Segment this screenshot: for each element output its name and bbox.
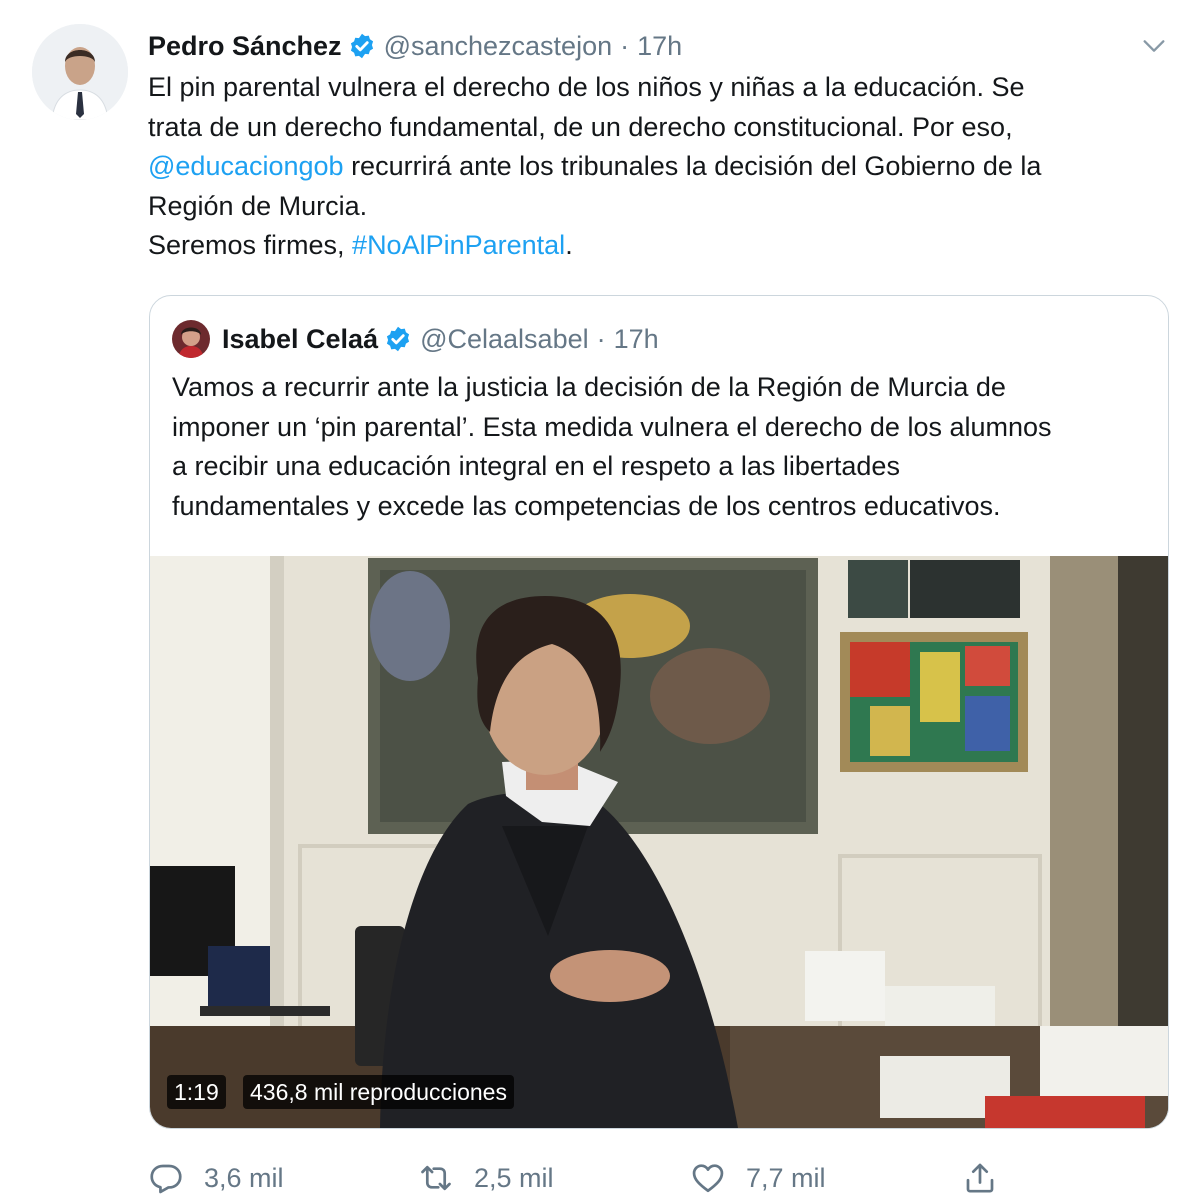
quoted-text-line: imponer un ‘pin parental’. Esta medida v… — [172, 411, 1052, 442]
retweet-button[interactable]: 2,5 mil — [418, 1152, 554, 1204]
reply-icon — [150, 1164, 182, 1194]
mention-link[interactable]: @educaciongob — [148, 151, 344, 181]
quoted-text: Vamos a recurrir ante la justicia la dec… — [172, 368, 1162, 526]
quoted-author-handle[interactable]: @Celaalsabel — [420, 324, 589, 355]
video-player[interactable] — [150, 556, 1168, 1128]
like-icon — [692, 1164, 724, 1193]
like-button[interactable]: 7,7 mil — [690, 1152, 826, 1204]
verified-badge-icon — [350, 33, 373, 59]
share-icon — [966, 1163, 994, 1193]
tweet-text-line: Región de Murcia. — [148, 190, 368, 221]
quoted-author-avatar[interactable] — [172, 320, 210, 358]
tweet-text: El pin parental vulnera el derecho de lo… — [148, 68, 1158, 266]
tweet-actions: 3,6 mil 2,5 mil 7,7 mil — [0, 1152, 1200, 1204]
tweet-text-line: Seremos firmes, #NoAlPinParental. — [148, 226, 1158, 266]
quoted-tweet[interactable]: Isabel Celaá @Celaalsabel · 17h Vamos a … — [149, 295, 1169, 1129]
retweet-icon — [421, 1165, 451, 1191]
tweet-text-segment: Seremos firmes, — [148, 230, 353, 260]
tweet-text-line: El pin parental vulnera el derecho de lo… — [148, 72, 1025, 102]
like-count: 7,7 mil — [746, 1162, 826, 1193]
verified-badge-icon — [387, 326, 410, 352]
author-avatar[interactable] — [32, 24, 128, 120]
tweet: Pedro Sánchez @sanchezcastejon · 17h El … — [0, 0, 1200, 1200]
share-button[interactable] — [962, 1152, 1018, 1204]
video-views-badge: 436,8 mil reproducciones — [243, 1075, 514, 1109]
tweet-time[interactable]: 17h — [637, 31, 682, 62]
quoted-text-line: Vamos a recurrir ante la justicia la dec… — [172, 372, 1006, 402]
reply-count: 3,6 mil — [204, 1162, 284, 1193]
tweet-text-line: @educaciongob recurrirá ante los tribuna… — [148, 147, 1158, 187]
quoted-text-line: a recibir una educación integral en el r… — [172, 451, 900, 481]
separator-dot: · — [620, 30, 630, 61]
quoted-text-line: fundamentales y excede las competencias … — [172, 490, 1001, 521]
tweet-text-segment: . — [565, 230, 573, 260]
retweet-count: 2,5 mil — [474, 1162, 554, 1193]
tweet-header: Pedro Sánchez @sanchezcastejon · 17h — [148, 28, 682, 64]
quoted-time[interactable]: 17h — [614, 324, 659, 355]
quoted-author-name[interactable]: Isabel Celaá — [222, 324, 378, 355]
tweet-text-segment: recurrirá ante los tribunales la decisió… — [343, 151, 1042, 181]
hashtag-link[interactable]: #NoAlPinParental — [352, 230, 565, 260]
separator-dot: · — [596, 323, 606, 354]
video-duration-badge: 1:19 — [167, 1075, 226, 1109]
reply-button[interactable]: 3,6 mil — [148, 1152, 284, 1204]
quoted-header: Isabel Celaá @Celaalsabel · 17h — [222, 320, 659, 358]
chevron-down-icon[interactable] — [1140, 32, 1168, 60]
tweet-text-line: trata de un derecho fundamental, de un d… — [148, 111, 1013, 142]
author-handle[interactable]: @sanchezcastejon — [384, 31, 613, 62]
author-name[interactable]: Pedro Sánchez — [148, 31, 342, 62]
